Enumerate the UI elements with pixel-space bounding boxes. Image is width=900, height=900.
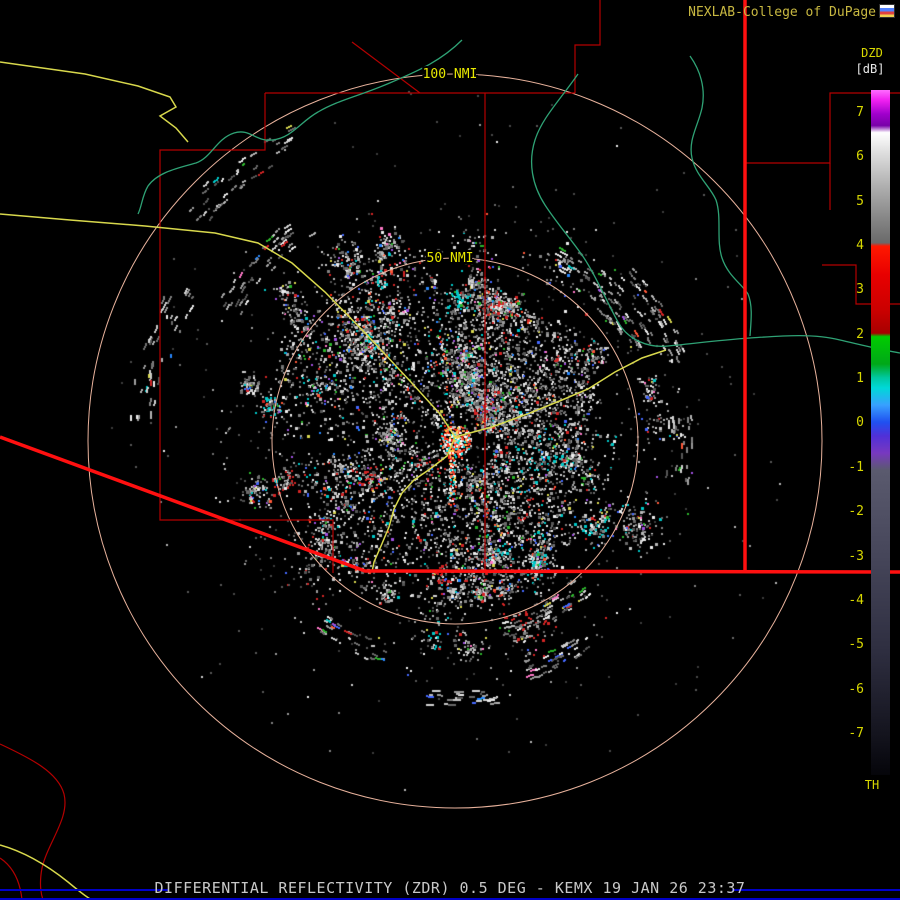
international-border-line bbox=[0, 435, 900, 574]
colorbar-tick-label: 0 bbox=[856, 415, 864, 431]
colorbar-tick-label: 7 bbox=[856, 104, 864, 120]
colorbar-tick-label: 2 bbox=[856, 326, 864, 342]
county-line bbox=[574, 0, 601, 93]
colorbar-tick-label: -5 bbox=[848, 636, 864, 652]
colorbar-tick-label: 3 bbox=[856, 282, 864, 298]
river-line bbox=[530, 73, 900, 354]
nexlab-logo-icon bbox=[879, 4, 895, 18]
highway-line bbox=[371, 436, 456, 573]
highway-line bbox=[0, 213, 456, 438]
county-line bbox=[351, 41, 421, 94]
range-ring bbox=[87, 73, 823, 809]
colorbar-tick-label: 1 bbox=[856, 370, 864, 386]
colorbar-product-label: DZD bbox=[861, 46, 883, 60]
range-ring-label: 100 NMI bbox=[423, 67, 478, 82]
map-overlay: 50 NMI 100 NMI bbox=[0, 0, 900, 900]
highway-line bbox=[0, 61, 189, 143]
colorbar-tick-label: 4 bbox=[856, 237, 864, 253]
river-line bbox=[689, 55, 752, 337]
river-line bbox=[137, 39, 463, 215]
ring-labels: 50 NMI 100 NMI bbox=[421, 65, 480, 268]
colorbar-tick-label: -2 bbox=[848, 503, 864, 519]
highway-lines bbox=[0, 61, 667, 900]
range-rings bbox=[87, 73, 823, 809]
colorbar-threshold-label: TH bbox=[864, 778, 880, 792]
river-lines bbox=[137, 39, 900, 354]
range-ring-label: 50 NMI bbox=[427, 251, 474, 266]
colorbar-tick-label: -6 bbox=[848, 681, 864, 697]
colorbar-tick-label: 6 bbox=[856, 149, 864, 165]
stage: 50 NMI 100 NMI NEXLAB-College of DuPage D… bbox=[0, 0, 900, 900]
colorbar-scale bbox=[871, 90, 890, 775]
highway-line bbox=[454, 349, 667, 438]
colorbar-tick-label: -1 bbox=[848, 459, 864, 475]
range-ring bbox=[271, 257, 639, 625]
colorbar-tick-label: -4 bbox=[848, 592, 864, 608]
county-line bbox=[0, 743, 66, 900]
product-title: DIFFERENTIAL REFLECTIVITY (ZDR) 0.5 DEG … bbox=[154, 879, 746, 897]
colorbar-tick-label: -3 bbox=[848, 548, 864, 564]
colorbar-tick-label: -7 bbox=[848, 725, 864, 741]
header-brand: NEXLAB-College of DuPage bbox=[688, 5, 876, 20]
colorbar-tick-label: 5 bbox=[856, 193, 864, 209]
colorbar-units-label: [dB] bbox=[855, 62, 885, 76]
